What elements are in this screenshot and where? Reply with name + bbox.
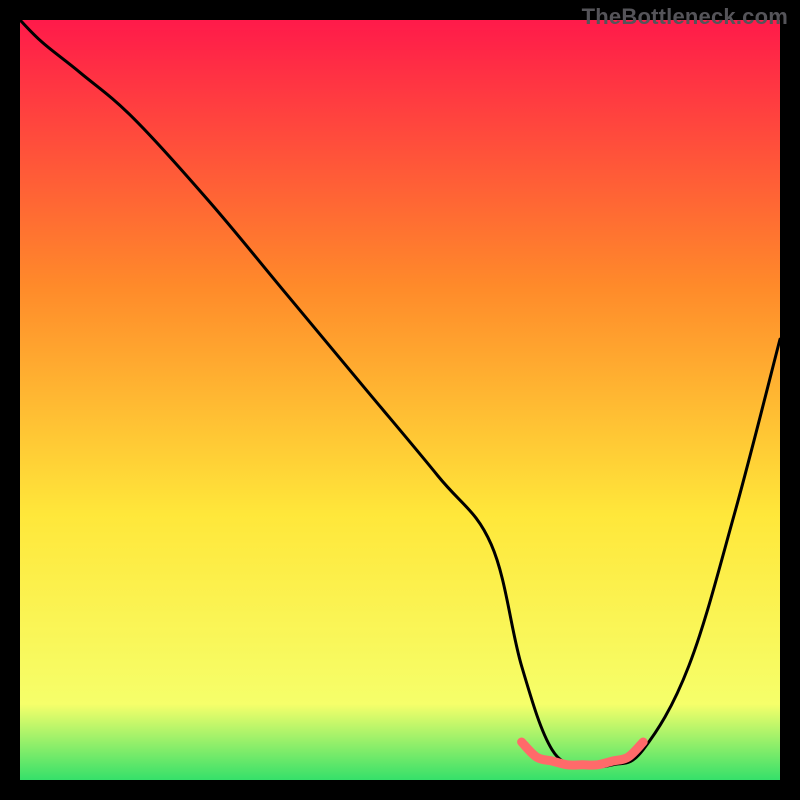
bottleneck-plot	[20, 20, 780, 780]
gradient-background	[20, 20, 780, 780]
chart-frame: TheBottleneck.com	[0, 0, 800, 800]
watermark-text: TheBottleneck.com	[582, 4, 788, 30]
